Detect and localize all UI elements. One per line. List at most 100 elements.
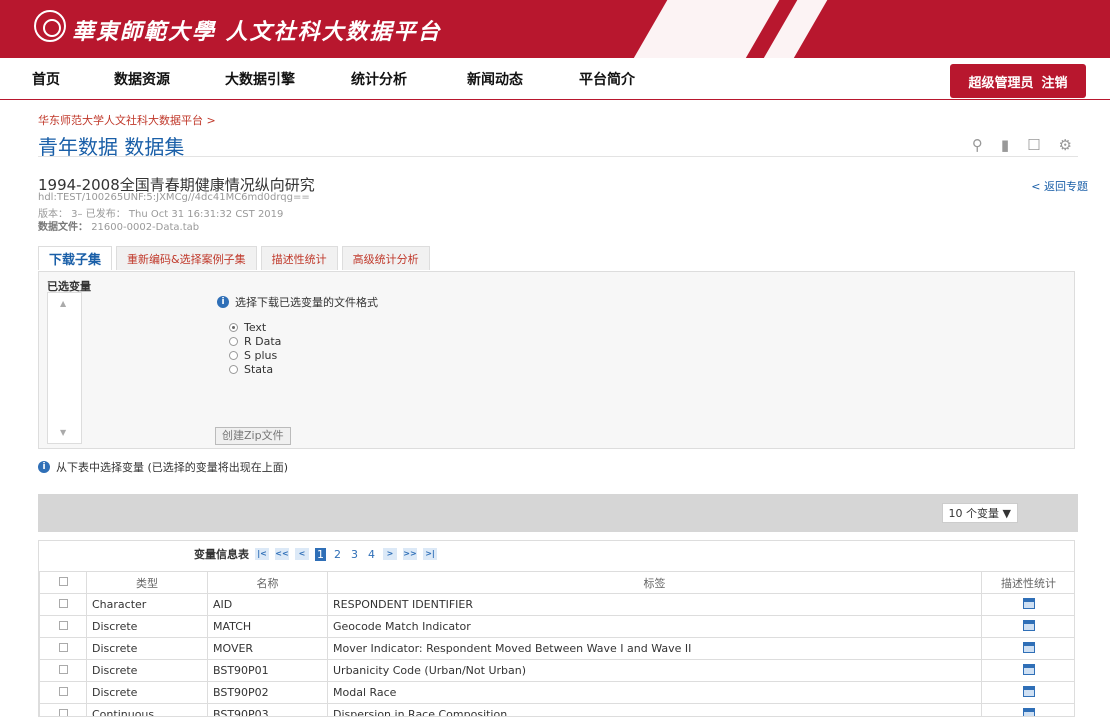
row-select-cell: [39, 615, 87, 638]
analysis-tabs: 下载子集 重新编码&选择案例子集 描述性统计 高级统计分析: [38, 246, 430, 270]
table-row[interactable]: Continuous BST90P03 Dispersion in Race Com…: [39, 703, 1074, 716]
study-data-file: 数据文件： 21600-0002-Data.tab: [38, 218, 199, 233]
admin-user-link[interactable]: 超级管理员: [968, 72, 1033, 91]
download-panel: 已选变量 ▲ ▼ i 选择下载已选变量的文件格式 Text R Data S p…: [38, 271, 1075, 449]
cell-stats: [981, 681, 1074, 704]
info-icon: i: [217, 296, 229, 308]
page-link[interactable]: 1: [315, 547, 326, 561]
next-page-icon[interactable]: >: [383, 548, 397, 560]
cell-label: Dispersion in Race Composition: [327, 703, 982, 716]
nav-item-home[interactable]: 首页: [32, 69, 60, 89]
cell-stats: [981, 593, 1074, 616]
display-count-value: 10 个变量: [948, 507, 1000, 520]
comment-icon[interactable]: ☐: [1027, 136, 1040, 154]
next-fast-icon[interactable]: >>: [403, 548, 417, 560]
last-page-icon[interactable]: >|: [423, 548, 437, 560]
radio-icon[interactable]: [229, 365, 238, 374]
main-nav: 首页 数据资源 大数据引擎 统计分析 新闻动态 平台简介 超级管理员 注销: [0, 58, 1110, 100]
study-handle: hdl:TEST/100265UNF:5:JXMCg//4dc41MC6md0d…: [38, 192, 310, 203]
tab-recode[interactable]: 重新编码&选择案例子集: [116, 246, 257, 270]
row-checkbox[interactable]: [58, 621, 68, 630]
prev-page-icon[interactable]: <: [295, 548, 309, 560]
table-stats-icon[interactable]: [1022, 619, 1035, 631]
row-select-cell: [39, 593, 87, 616]
nav-item-big-data-engine[interactable]: 大数据引擎: [225, 69, 295, 89]
cell-label: Urbanicity Code (Urban/Not Urban): [327, 659, 982, 682]
table-row[interactable]: Discrete BST90P02 Modal Race: [39, 681, 1074, 704]
table-stats-icon[interactable]: [1022, 641, 1035, 653]
table-stats-icon[interactable]: [1022, 685, 1035, 697]
nav-item-about[interactable]: 平台简介: [579, 69, 635, 89]
university-seal-icon[interactable]: [34, 10, 66, 42]
radio-icon[interactable]: [229, 323, 238, 332]
nav-item-data-resources[interactable]: 数据资源: [114, 69, 170, 89]
select-all-checkbox[interactable]: [58, 577, 68, 586]
radio-icon[interactable]: [229, 351, 238, 360]
header-decoration: [609, 0, 851, 58]
data-file-label: 数据文件：: [38, 222, 88, 233]
select-all-cell: [39, 571, 87, 594]
variables-grid: 类型 名称 标签 描述性统计 Character AID RESPONDENT ID…: [39, 571, 1074, 716]
cell-label: Modal Race: [327, 681, 982, 704]
search-icon[interactable]: ⚲: [972, 136, 983, 154]
col-label[interactable]: 标签: [327, 571, 982, 594]
page-link[interactable]: 3: [349, 548, 360, 561]
nav-item-news[interactable]: 新闻动态: [467, 69, 523, 89]
nav-item-statistics[interactable]: 统计分析: [351, 69, 407, 89]
variables-table: 变量信息表 |< << < 1 2 3 4 > >> >| 类型 名称 标签 描…: [38, 540, 1075, 717]
format-option-splus[interactable]: S plus: [229, 349, 277, 362]
display-bar: 显示 10 个变量 ▼: [38, 494, 1078, 532]
row-checkbox[interactable]: [58, 709, 68, 716]
info-icon: i: [38, 461, 50, 473]
first-page-icon[interactable]: |<: [255, 548, 269, 560]
table-row[interactable]: Discrete MATCH Geocode Match Indicator: [39, 615, 1074, 638]
scroll-down-icon[interactable]: ▼: [60, 428, 66, 437]
table-stats-icon[interactable]: [1022, 597, 1035, 609]
table-row[interactable]: Discrete MOVER Mover Indicator: Respondent…: [39, 637, 1074, 660]
create-zip-button[interactable]: 创建Zip文件: [215, 427, 291, 445]
cell-label: Geocode Match Indicator: [327, 615, 982, 638]
display-count-select[interactable]: 10 个变量 ▼: [941, 503, 1018, 523]
breadcrumb[interactable]: 华东师范大学人文社科大数据平台 >: [38, 112, 216, 128]
cell-type: Continuous: [86, 703, 208, 716]
row-select-cell: [39, 703, 87, 716]
paginator: 变量信息表 |< << < 1 2 3 4 > >> >|: [194, 546, 437, 562]
gear-icon[interactable]: ⚙: [1059, 136, 1072, 154]
back-to-topic-link[interactable]: < 返回专题: [1031, 178, 1088, 194]
selected-vars-list[interactable]: ▲ ▼: [47, 292, 82, 444]
row-checkbox[interactable]: [58, 599, 68, 608]
data-file-name: 21600-0002-Data.tab: [91, 222, 200, 233]
cell-name: BST90P01: [207, 659, 328, 682]
format-option-stata[interactable]: Stata: [229, 363, 273, 376]
scroll-up-icon[interactable]: ▲: [60, 299, 66, 308]
cell-type: Discrete: [86, 681, 208, 704]
tab-download-subset[interactable]: 下载子集: [38, 246, 113, 270]
col-name[interactable]: 名称: [207, 571, 328, 594]
logout-link[interactable]: 注销: [1042, 72, 1068, 91]
format-option-rdata[interactable]: R Data: [229, 335, 281, 348]
table-stats-icon[interactable]: [1022, 707, 1035, 716]
table-row[interactable]: Character AID RESPONDENT IDENTIFIER: [39, 593, 1074, 616]
tab-descriptive-stats[interactable]: 描述性统计: [260, 246, 338, 270]
format-option-label: S plus: [244, 349, 278, 362]
format-option-text[interactable]: Text: [229, 321, 266, 334]
page-link[interactable]: 4: [366, 548, 377, 561]
col-type[interactable]: 类型: [86, 571, 208, 594]
header-banner: 華東師範大學 人文社科大数据平台: [0, 0, 1110, 58]
row-select-cell: [39, 681, 87, 704]
pager-label: 变量信息表: [194, 548, 249, 561]
row-checkbox[interactable]: [58, 687, 68, 696]
radio-icon[interactable]: [229, 337, 238, 346]
site-logo-text[interactable]: 華東師範大學 人文社科大数据平台: [72, 14, 442, 46]
table-stats-icon[interactable]: [1022, 663, 1035, 675]
table-row[interactable]: Discrete BST90P01 Urbanicity Code (Urban/N…: [39, 659, 1074, 682]
cell-type: Discrete: [86, 659, 208, 682]
page-link[interactable]: 2: [332, 548, 343, 561]
row-checkbox[interactable]: [58, 665, 68, 674]
format-option-label: Stata: [244, 363, 274, 376]
tab-advanced-analysis[interactable]: 高级统计分析: [341, 246, 430, 270]
info-icon[interactable]: ▮: [1001, 136, 1009, 154]
cell-name: MATCH: [207, 615, 328, 638]
row-checkbox[interactable]: [58, 643, 68, 652]
prev-fast-icon[interactable]: <<: [275, 548, 289, 560]
